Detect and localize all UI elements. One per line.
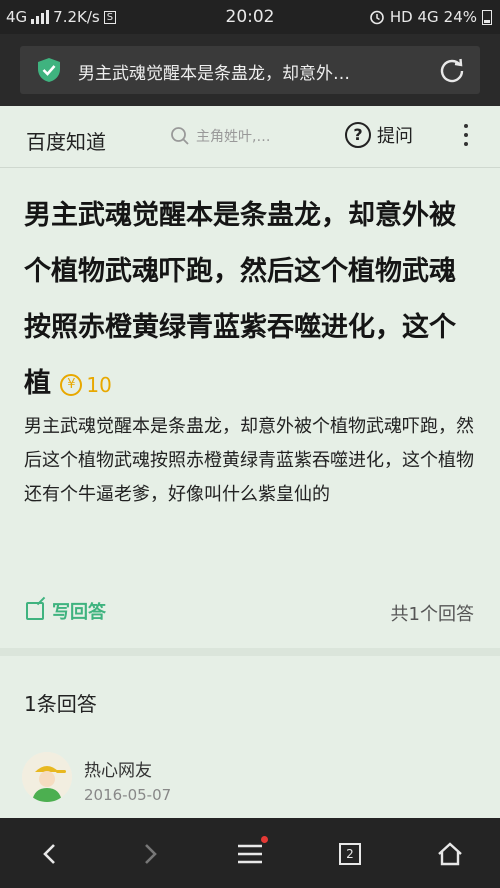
- reward-badge: ¥ 10: [60, 357, 112, 413]
- shield-check-icon: [38, 58, 60, 82]
- chevron-right-icon: [145, 844, 157, 864]
- browser-bottom-nav: 2: [0, 818, 500, 888]
- search-placeholder: 主角姓叶,…: [196, 129, 271, 145]
- ask-button[interactable]: ? 提问: [345, 122, 413, 148]
- header-divider: [0, 167, 500, 168]
- network-right: HD 4G: [389, 8, 439, 26]
- refresh-icon[interactable]: [438, 56, 466, 84]
- question-icon: ?: [345, 122, 371, 148]
- home-button[interactable]: [432, 836, 468, 872]
- home-icon: [438, 842, 462, 866]
- user-avatar-icon: [22, 752, 72, 802]
- forward-button[interactable]: [132, 836, 168, 872]
- tabs-button[interactable]: 2: [332, 836, 368, 872]
- status-right: HD 4G 24%: [369, 8, 492, 26]
- coin-icon: ¥: [60, 373, 83, 396]
- notification-dot: [261, 836, 268, 843]
- back-button[interactable]: [32, 836, 68, 872]
- browser-bar: 男主武魂觉醒本是条蛊龙，却意外…: [0, 34, 500, 106]
- status-bar: 4G 7.2K/s S 20:02 HD 4G 24%: [0, 0, 500, 34]
- search-icon: [171, 127, 189, 145]
- edit-icon: [26, 602, 44, 620]
- tab-count: 2: [339, 843, 361, 865]
- menu-button[interactable]: [232, 836, 268, 872]
- baidu-zhidao-logo[interactable]: 百度知道: [26, 126, 106, 155]
- search-box[interactable]: 主角姓叶,…: [170, 126, 270, 146]
- answer-total: 共1个回答: [390, 604, 474, 625]
- write-answer-button[interactable]: 写回答: [26, 598, 106, 624]
- reward-value: 10: [86, 372, 112, 397]
- more-menu-icon[interactable]: [464, 124, 470, 151]
- alarm-icon: [370, 10, 384, 25]
- section-divider: [0, 648, 500, 656]
- page-title-url[interactable]: 男主武魂觉醒本是条蛊龙，却意外…: [78, 59, 408, 84]
- avatar[interactable]: [22, 752, 72, 802]
- question-description: 男主武魂觉醒本是条蛊龙，却意外被个植物武魂吓跑，然后这个植物武魂按照赤橙黄绿青蓝…: [24, 416, 474, 505]
- write-answer-label: 写回答: [52, 602, 106, 623]
- menu-icon: [238, 844, 262, 864]
- app-header: 百度知道 主角姓叶,… ? 提问: [0, 106, 500, 168]
- answer-count-label: 1条回答: [24, 692, 97, 716]
- battery-percent: 24%: [443, 8, 477, 26]
- battery-icon: [482, 9, 492, 25]
- ask-label: 提问: [377, 126, 413, 147]
- answer-date: 2016-05-07: [84, 786, 172, 804]
- chevron-left-icon: [43, 844, 55, 864]
- question-title: 男主武魂觉醒本是条蛊龙，却意外被个植物武魂吓跑，然后这个植物武魂按照赤橙黄绿青蓝…: [24, 188, 476, 413]
- answer-username[interactable]: 热心网友: [84, 756, 152, 781]
- address-bar[interactable]: 男主武魂觉醒本是条蛊龙，却意外…: [20, 46, 480, 94]
